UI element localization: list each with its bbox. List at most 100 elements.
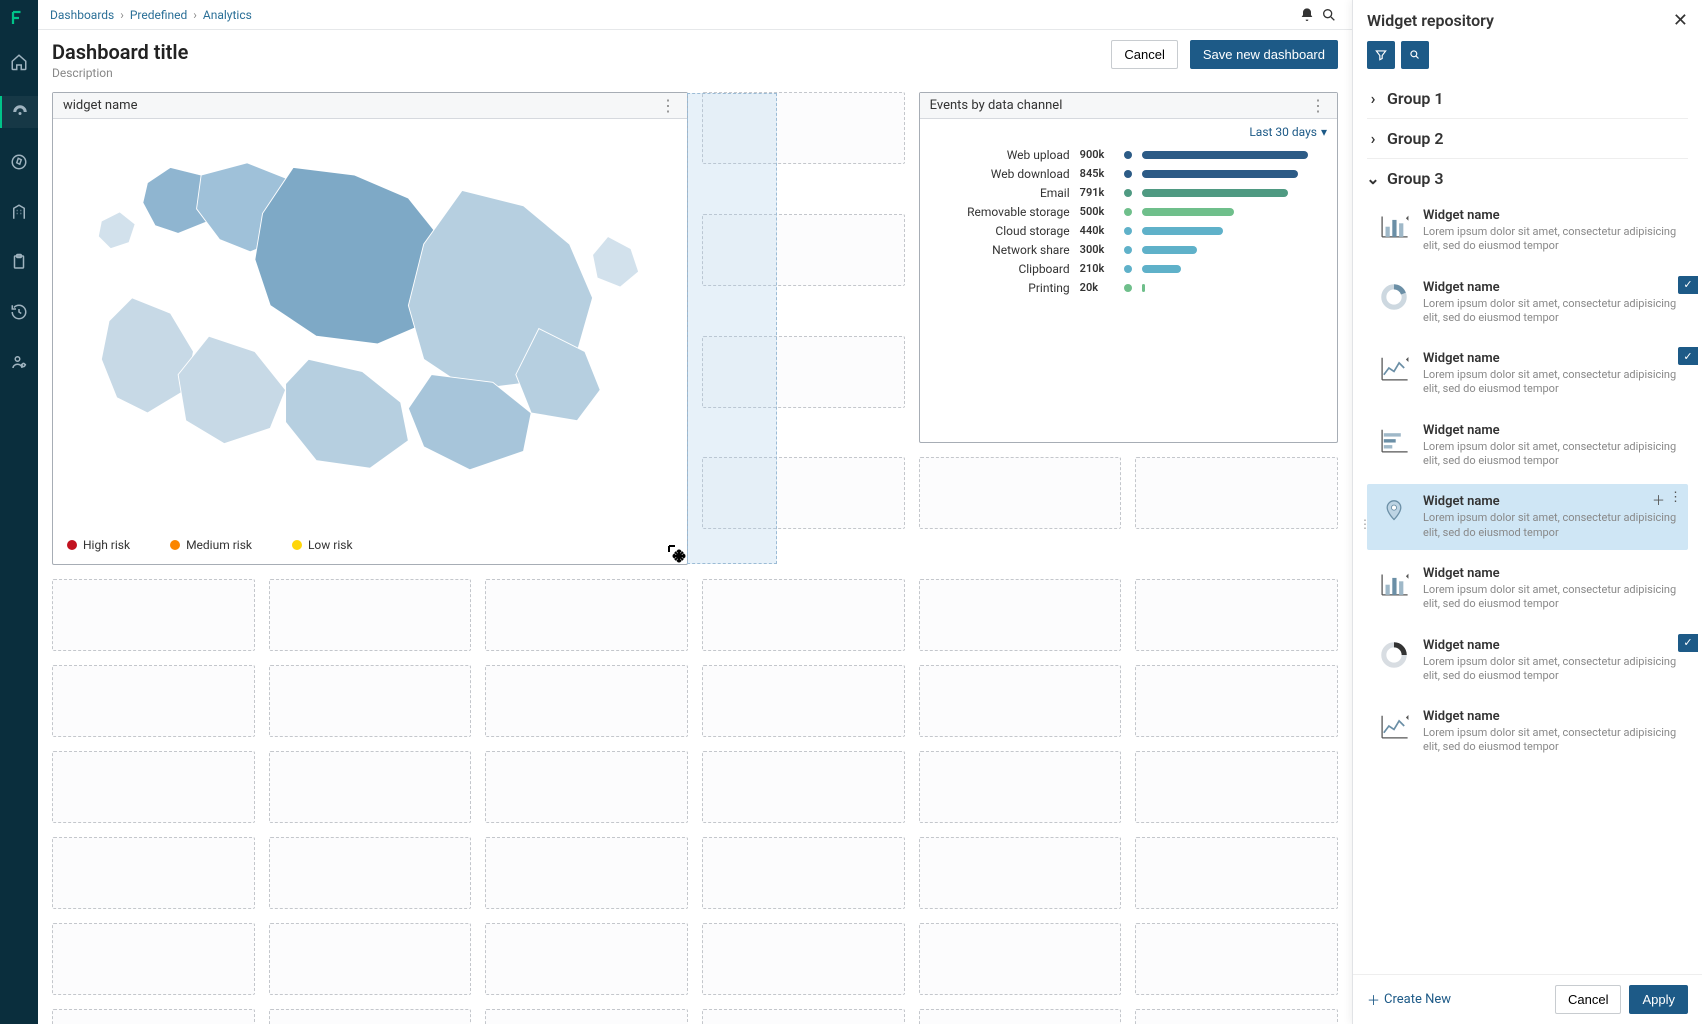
nav-building[interactable] (0, 196, 38, 228)
save-dashboard-button[interactable]: Save new dashboard (1190, 40, 1338, 69)
legend-item: High risk (67, 538, 130, 552)
nav-dashboard[interactable] (0, 96, 38, 128)
empty-slot[interactable] (919, 579, 1122, 651)
chart-row: Removable storage 500k (930, 202, 1327, 221)
empty-slot[interactable] (702, 665, 905, 737)
empty-slot[interactable] (919, 837, 1122, 909)
empty-slot[interactable] (269, 923, 472, 995)
nav-home[interactable] (0, 46, 38, 78)
empty-slot[interactable] (485, 579, 688, 651)
repo-widget-item[interactable]: Widget name Lorem ipsum dolor sit amet, … (1367, 556, 1688, 622)
repo-widget-item[interactable]: Widget name Lorem ipsum dolor sit amet, … (1367, 270, 1688, 336)
empty-slot[interactable] (52, 579, 255, 651)
empty-slot[interactable] (52, 665, 255, 737)
repo-widget-item[interactable]: Widget name Lorem ipsum dolor sit amet, … (1367, 699, 1688, 765)
nav-clipboard[interactable] (0, 246, 38, 278)
widget-repository-panel: Widget repository ✕ ›Group 1›Group 2⌄Gro… (1352, 0, 1702, 1024)
crumb-1[interactable]: Predefined (130, 8, 187, 22)
empty-slot[interactable] (1135, 751, 1338, 823)
empty-slot[interactable] (1135, 457, 1338, 529)
empty-slot[interactable] (269, 837, 472, 909)
resize-handle[interactable] (663, 540, 695, 572)
create-new-link[interactable]: ＋Create New (1367, 990, 1451, 1009)
empty-slot[interactable] (485, 665, 688, 737)
page-header: Dashboard title Description Cancel Save … (38, 30, 1352, 92)
repo-item-desc: Lorem ipsum dolor sit amet, consectetur … (1423, 655, 1678, 684)
repo-widget-item[interactable]: Widget name Lorem ipsum dolor sit amet, … (1367, 628, 1688, 694)
empty-slot[interactable] (702, 579, 905, 651)
date-range-dropdown[interactable]: Last 30 days▾ (930, 125, 1327, 145)
empty-slot[interactable] (702, 457, 905, 529)
empty-slot[interactable] (702, 751, 905, 823)
empty-slot[interactable] (485, 751, 688, 823)
empty-slot[interactable] (1135, 579, 1338, 651)
empty-slot[interactable] (919, 1009, 1122, 1024)
empty-slot[interactable] (702, 92, 905, 164)
widget-menu-icon[interactable]: ⋮ (660, 96, 677, 115)
empty-slot[interactable] (52, 837, 255, 909)
chart-row: Clipboard 210k (930, 259, 1327, 278)
crumb-2[interactable]: Analytics (203, 8, 252, 22)
empty-slot[interactable] (919, 457, 1122, 529)
chart-row: Printing 20k (930, 278, 1327, 297)
close-icon[interactable]: ✕ (1673, 10, 1688, 31)
empty-slot[interactable] (919, 923, 1122, 995)
empty-slot[interactable] (1135, 923, 1338, 995)
empty-slot[interactable] (702, 336, 905, 408)
empty-slot[interactable] (269, 1009, 472, 1024)
crumb-0[interactable]: Dashboards (50, 8, 114, 22)
events-widget[interactable]: Events by data channel ⋮ Last 30 days▾ We… (919, 92, 1338, 443)
nav-history[interactable] (0, 296, 38, 328)
chart-row: Web download 845k (930, 164, 1327, 183)
empty-slot[interactable] (1135, 665, 1338, 737)
widget-title: Events by data channel (930, 98, 1063, 113)
chevron-right-icon: › (1367, 133, 1379, 145)
nav-explore[interactable] (0, 146, 38, 178)
filter-button[interactable] (1367, 41, 1395, 69)
empty-slot[interactable] (702, 837, 905, 909)
group-header[interactable]: ⌄Group 3 (1367, 158, 1688, 198)
repo-widget-item[interactable]: Widget name Lorem ipsum dolor sit amet, … (1367, 413, 1688, 479)
widget-menu-icon[interactable]: ⋮ (1310, 96, 1327, 115)
dashboard-canvas[interactable]: widget name⋮ (38, 92, 1352, 1024)
empty-slot[interactable] (269, 579, 472, 651)
panel-cancel-button[interactable]: Cancel (1555, 985, 1621, 1014)
empty-slot[interactable] (702, 923, 905, 995)
page-description: Description (52, 66, 1099, 80)
more-icon[interactable]: ⋮ (1669, 490, 1682, 509)
repo-widget-item[interactable]: ⋮ Widget name Lorem ipsum dolor sit amet… (1367, 484, 1688, 550)
empty-slot[interactable] (52, 751, 255, 823)
empty-slot[interactable] (485, 837, 688, 909)
check-badge-icon: ✓ (1678, 276, 1698, 294)
add-icon[interactable]: ＋ (1652, 490, 1665, 509)
empty-slot[interactable] (269, 665, 472, 737)
cancel-button[interactable]: Cancel (1111, 40, 1177, 69)
search-button[interactable] (1401, 41, 1429, 69)
bell-icon[interactable] (1296, 4, 1318, 26)
breadcrumb[interactable]: Dashboards › Predefined › Analytics (50, 8, 252, 22)
repo-widget-item[interactable]: Widget name Lorem ipsum dolor sit amet, … (1367, 341, 1688, 407)
empty-slot[interactable] (919, 751, 1122, 823)
panel-apply-button[interactable]: Apply (1629, 985, 1688, 1014)
empty-slot[interactable] (1135, 837, 1338, 909)
empty-slot[interactable] (702, 1009, 905, 1024)
map-widget[interactable]: widget name⋮ (52, 92, 688, 565)
empty-slot[interactable] (702, 214, 905, 286)
empty-slot[interactable] (269, 751, 472, 823)
search-icon[interactable] (1318, 4, 1340, 26)
empty-slot[interactable] (1135, 1009, 1338, 1024)
empty-slot[interactable] (485, 923, 688, 995)
group-header[interactable]: ›Group 1 (1367, 79, 1688, 118)
world-map[interactable] (63, 127, 677, 530)
empty-slot[interactable] (52, 923, 255, 995)
empty-slot[interactable] (52, 1009, 255, 1024)
nav-user-settings[interactable] (0, 346, 38, 378)
empty-slot[interactable] (485, 1009, 688, 1024)
repo-widget-item[interactable]: Widget name Lorem ipsum dolor sit amet, … (1367, 198, 1688, 264)
chevron-right-icon: › (1367, 93, 1379, 105)
repo-item-name: Widget name (1423, 638, 1678, 653)
drag-handle-icon[interactable]: ⋮ (1359, 517, 1370, 531)
empty-slot[interactable] (919, 665, 1122, 737)
repo-item-name: Widget name (1423, 280, 1678, 295)
group-header[interactable]: ›Group 2 (1367, 118, 1688, 158)
